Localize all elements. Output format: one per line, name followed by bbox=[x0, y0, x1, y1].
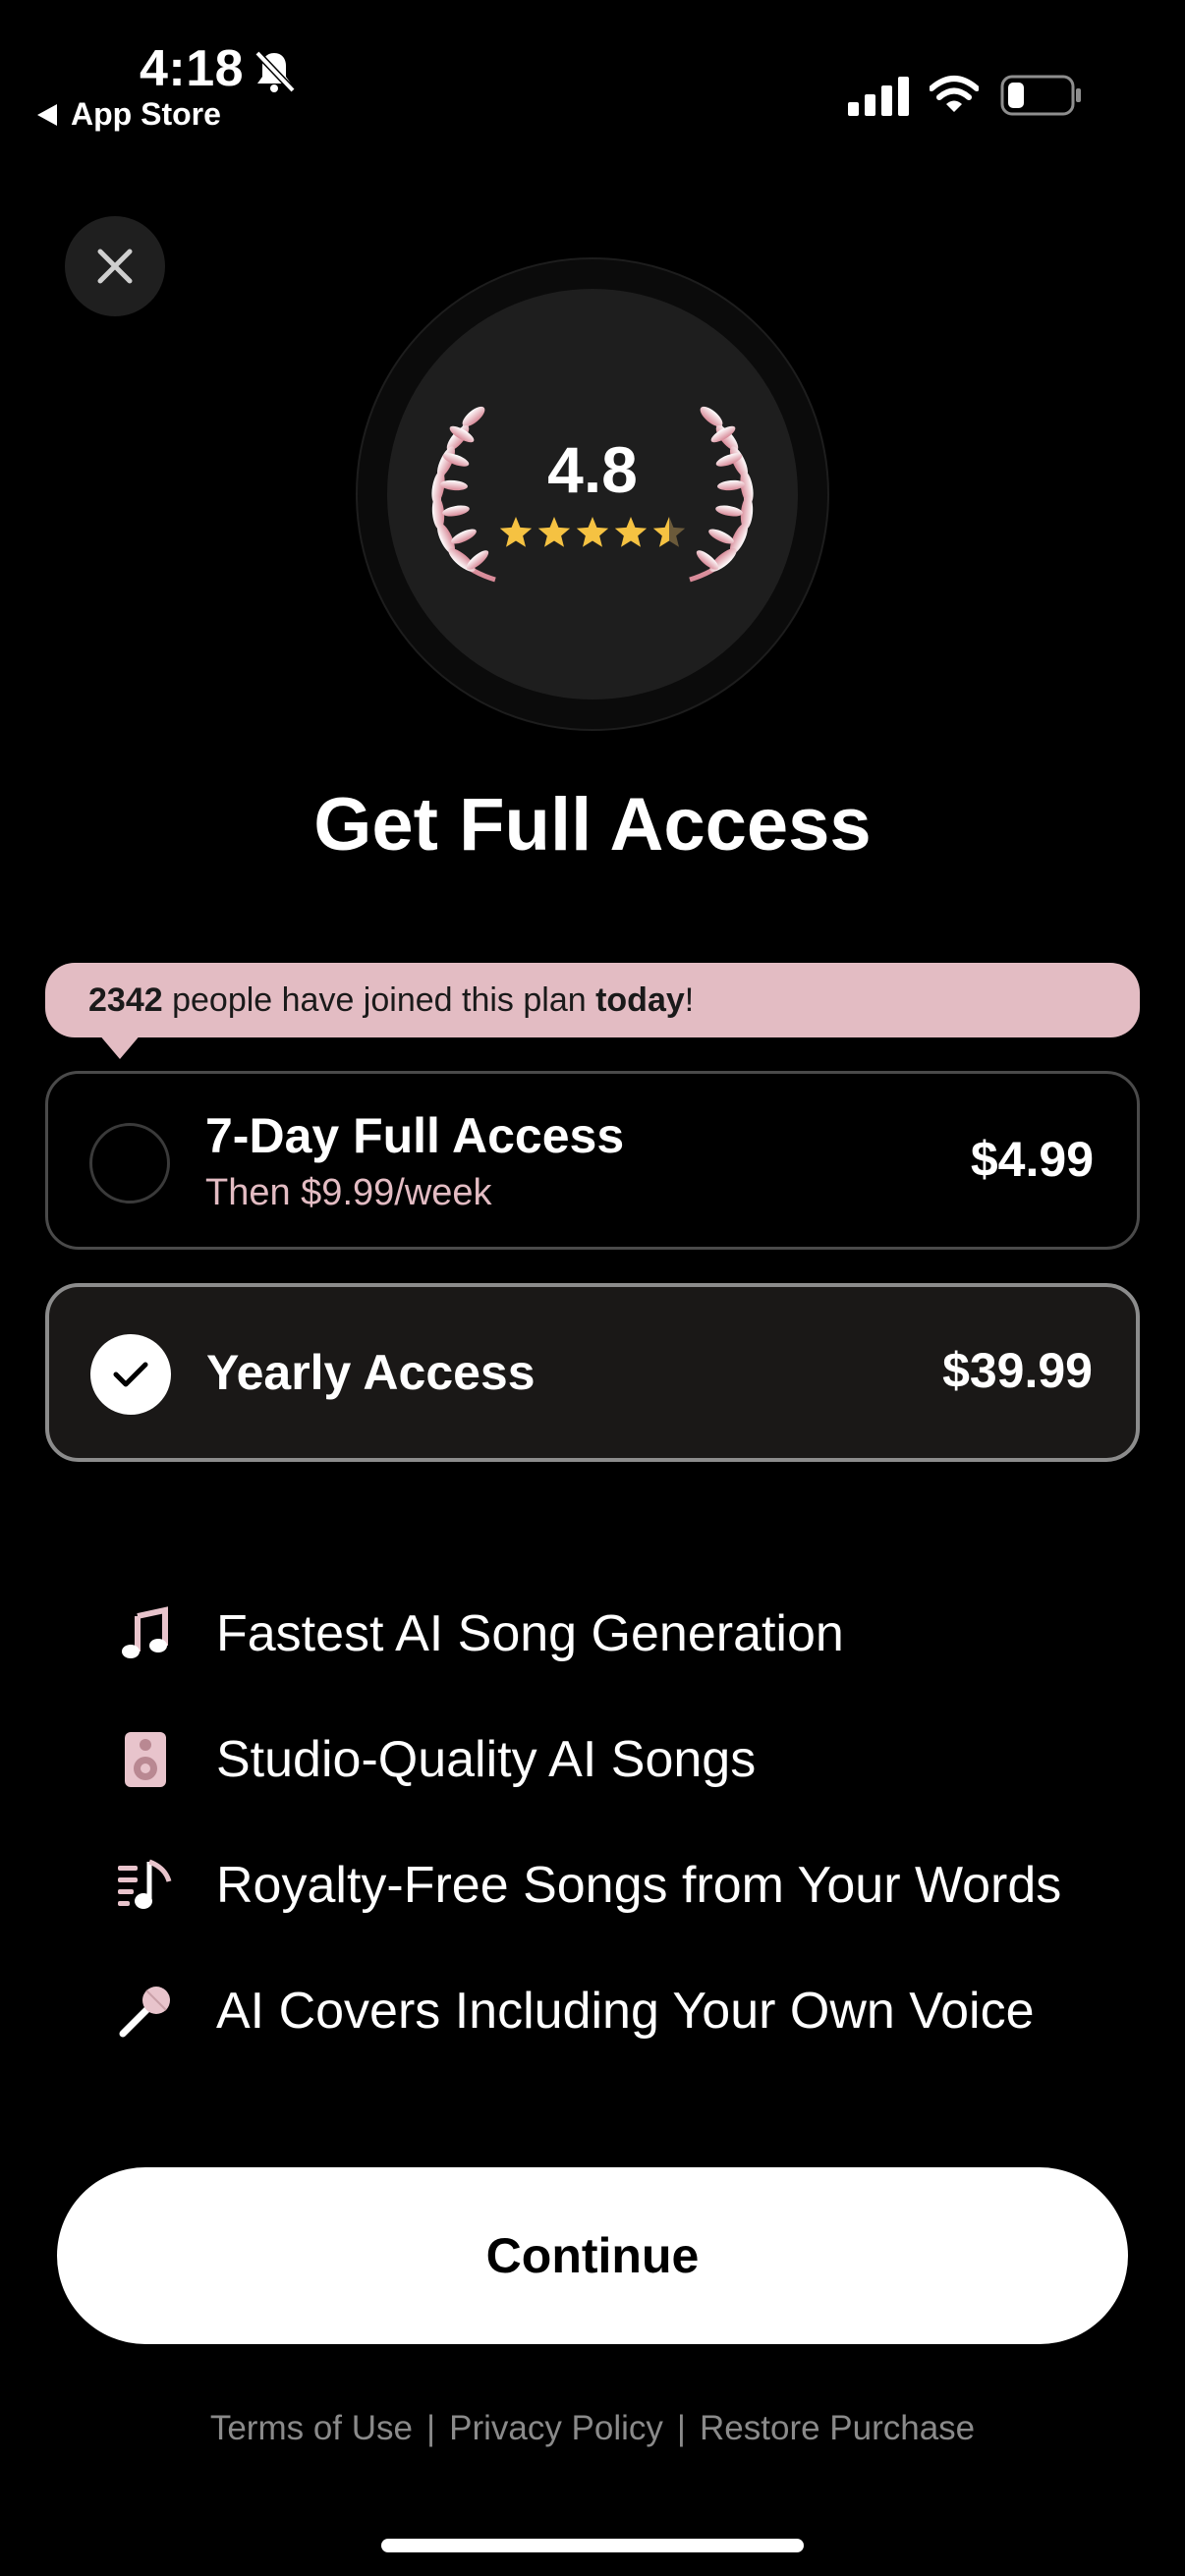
radio-unselected[interactable] bbox=[89, 1123, 170, 1204]
feature-item: Studio-Quality AI Songs bbox=[116, 1715, 1099, 1804]
plan-name: Yearly Access bbox=[206, 1345, 536, 1400]
wifi-icon bbox=[930, 76, 979, 112]
star-5 bbox=[652, 517, 686, 547]
star-3 bbox=[576, 517, 609, 547]
star-2 bbox=[537, 517, 571, 547]
joined-count: 2342 bbox=[88, 980, 163, 1019]
feature-label: Royalty-Free Songs from Your Words bbox=[216, 1857, 1062, 1914]
star-4 bbox=[614, 517, 648, 547]
page-title: Get Full Access bbox=[313, 783, 872, 867]
feature-item: Royalty-Free Songs from Your Words bbox=[116, 1841, 1099, 1930]
footer-separator: | bbox=[676, 2409, 687, 2447]
social-proof-banner: 2342 people have joined this plan today! bbox=[45, 963, 1140, 1037]
checkmark-icon bbox=[113, 1362, 148, 1387]
banner-pointer bbox=[98, 1034, 141, 1059]
footer-separator: | bbox=[426, 2409, 436, 2447]
feature-item: Fastest AI Song Generation bbox=[116, 1590, 1099, 1678]
plan-option-yearly[interactable]: Yearly Access $39.99 bbox=[45, 1283, 1140, 1462]
feature-label: AI Covers Including Your Own Voice bbox=[216, 1983, 1035, 2040]
feature-item: AI Covers Including Your Own Voice bbox=[116, 1967, 1099, 2055]
cellular-signal-icon bbox=[848, 77, 909, 116]
music-note-icon bbox=[116, 1604, 175, 1663]
banner-emphasis: today bbox=[595, 980, 685, 1019]
back-caret-icon[interactable] bbox=[35, 102, 59, 128]
microphone-icon bbox=[116, 1982, 175, 2041]
bell-muted-icon bbox=[254, 50, 296, 93]
close-icon bbox=[97, 249, 133, 284]
restore-purchase-link[interactable]: Restore Purchase bbox=[700, 2409, 975, 2447]
close-button[interactable] bbox=[65, 216, 165, 316]
plan-price: $4.99 bbox=[970, 1132, 1094, 1187]
terms-of-use-link[interactable]: Terms of Use bbox=[210, 2409, 413, 2447]
plan-name: 7-Day Full Access bbox=[205, 1108, 625, 1163]
privacy-policy-link[interactable]: Privacy Policy bbox=[449, 2409, 663, 2447]
home-indicator bbox=[381, 2539, 804, 2552]
feature-label: Studio-Quality AI Songs bbox=[216, 1731, 757, 1788]
plan-option-weekly[interactable]: 7-Day Full Access Then $9.99/week $4.99 bbox=[45, 1071, 1140, 1250]
banner-end: ! bbox=[684, 980, 695, 1019]
banner-text: people have joined this plan bbox=[162, 980, 596, 1019]
footer-links: Terms of Use | Privacy Policy | Restore Purc… bbox=[0, 2409, 1185, 2448]
speaker-icon bbox=[116, 1730, 175, 1789]
radio-selected[interactable] bbox=[90, 1334, 171, 1415]
battery-icon bbox=[1000, 75, 1081, 116]
status-time: 4:18 bbox=[140, 40, 245, 97]
rating-value: 4.8 bbox=[547, 433, 638, 506]
back-to-app-store[interactable]: App Store bbox=[71, 96, 221, 133]
continue-button[interactable]: Continue bbox=[57, 2167, 1128, 2344]
feature-label: Fastest AI Song Generation bbox=[216, 1605, 844, 1662]
star-rating-icon bbox=[499, 517, 686, 547]
plan-subtitle: Then $9.99/week bbox=[205, 1172, 492, 1213]
plan-price: $39.99 bbox=[942, 1343, 1093, 1398]
star-1 bbox=[499, 517, 533, 547]
playlist-icon bbox=[116, 1856, 175, 1915]
